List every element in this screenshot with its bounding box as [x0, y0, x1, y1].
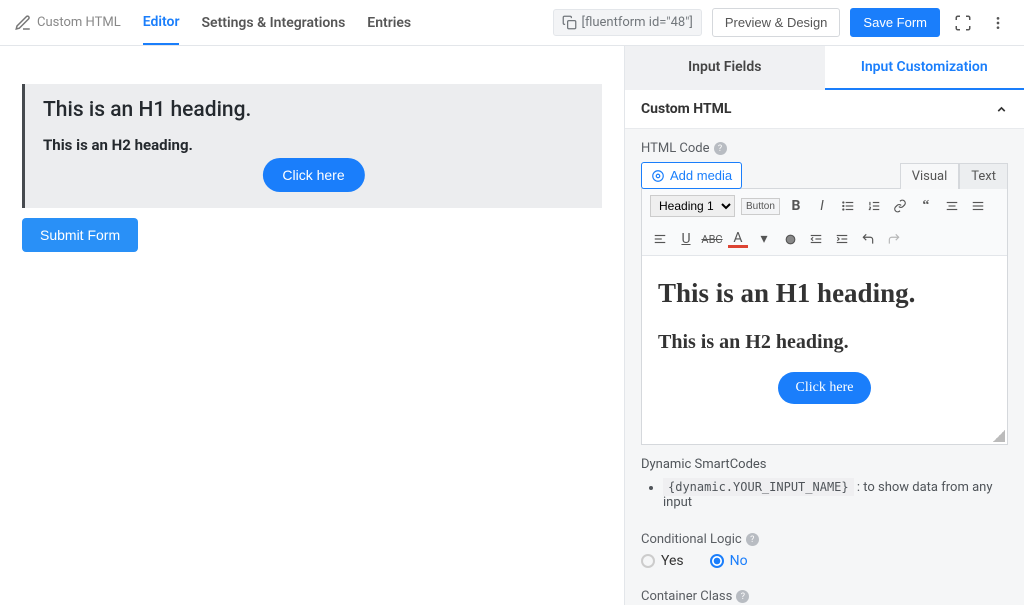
chevron-up-icon	[995, 103, 1008, 116]
nav-settings[interactable]: Settings & Integrations	[201, 2, 345, 44]
align-left-icon[interactable]	[650, 229, 670, 249]
link-icon[interactable]	[890, 196, 910, 216]
editor-tab-text[interactable]: Text	[959, 163, 1008, 189]
bold-icon[interactable]: B	[786, 196, 806, 216]
nav-entries[interactable]: Entries	[367, 2, 411, 44]
help-icon[interactable]: ?	[746, 533, 759, 546]
tab-input-customization[interactable]: Input Customization	[825, 46, 1024, 90]
undo-icon[interactable]	[858, 229, 878, 249]
html-code-label: HTML Code ?	[641, 141, 1008, 156]
align-center-icon[interactable]	[942, 196, 962, 216]
help-icon[interactable]: ?	[736, 590, 749, 603]
add-media-button[interactable]: Add media	[641, 162, 742, 189]
shortcode-text: [fluentform id="48"]	[582, 15, 693, 30]
bullet-list-icon[interactable]	[838, 196, 858, 216]
editor-content[interactable]: This is an H1 heading. This is an H2 hea…	[642, 256, 1007, 444]
redo-icon[interactable]	[884, 229, 904, 249]
container-class-text: Container Class	[641, 589, 732, 604]
conditional-label-text: Conditional Logic	[641, 532, 742, 547]
media-icon	[651, 169, 665, 183]
preview-click-button[interactable]: Click here	[262, 158, 364, 192]
brand-label: Custom HTML	[37, 15, 121, 30]
quote-icon[interactable]: “	[916, 196, 936, 216]
strikethrough-icon[interactable]: ABC	[702, 229, 722, 249]
more-icon[interactable]	[986, 11, 1010, 35]
editor-h1: This is an H1 heading.	[658, 278, 991, 309]
submit-button[interactable]: Submit Form	[22, 218, 138, 252]
preview-h1: This is an H1 heading.	[43, 98, 584, 122]
indent-icon[interactable]	[832, 229, 852, 249]
section-title: Custom HTML	[641, 101, 731, 117]
topbar: Custom HTML Editor Settings & Integratio…	[0, 0, 1024, 46]
ordered-list-icon[interactable]	[864, 196, 884, 216]
align-justify-icon[interactable]	[968, 196, 988, 216]
resize-handle[interactable]	[993, 430, 1005, 442]
editor-toolbar: Heading 1 Button B I “ U ABC A ▾	[642, 189, 1007, 256]
radio-yes-label: Yes	[661, 553, 684, 569]
add-media-label: Add media	[670, 168, 732, 183]
smartcode-value: {dynamic.YOUR_INPUT_NAME}	[663, 478, 854, 496]
nav-editor[interactable]: Editor	[143, 1, 180, 45]
tab-input-fields[interactable]: Input Fields	[625, 46, 825, 90]
conditional-no[interactable]: No	[710, 553, 748, 569]
sidebar-tabs: Input Fields Input Customization	[625, 46, 1024, 90]
main: This is an H1 heading. This is an H2 hea…	[0, 46, 1024, 605]
smartcodes-list: {dynamic.YOUR_INPUT_NAME} : to show data…	[663, 480, 1008, 510]
shortcode-box[interactable]: [fluentform id="48"]	[553, 9, 702, 36]
editor-click-pill: Click here	[778, 372, 872, 404]
color-dropdown-icon[interactable]: ▾	[754, 229, 774, 249]
html-code-label-text: HTML Code	[641, 141, 710, 156]
conditional-yes[interactable]: Yes	[641, 553, 684, 569]
pencil-icon	[14, 14, 32, 32]
custom-html-block[interactable]: This is an H1 heading. This is an H2 hea…	[22, 84, 602, 208]
italic-icon[interactable]: I	[812, 196, 832, 216]
radio-no-label: No	[730, 553, 748, 569]
container-class-label: Container Class ?	[641, 589, 1008, 604]
toolbar-button-insert[interactable]: Button	[741, 198, 780, 215]
copy-icon	[562, 15, 577, 30]
outdent-icon[interactable]	[806, 229, 826, 249]
editor-tab-visual[interactable]: Visual	[900, 163, 960, 189]
radio-off-icon	[641, 554, 655, 568]
format-select[interactable]: Heading 1	[650, 195, 735, 217]
fullscreen-icon[interactable]	[950, 10, 976, 36]
settings-sidebar: Input Fields Input Customization Custom …	[624, 46, 1024, 605]
help-icon[interactable]: ?	[714, 142, 727, 155]
underline-icon[interactable]: U	[676, 229, 696, 249]
form-canvas: This is an H1 heading. This is an H2 hea…	[0, 46, 624, 605]
section-custom-html[interactable]: Custom HTML	[625, 90, 1024, 129]
panel-body: HTML Code ? Add media Visual Text Headin…	[625, 129, 1024, 605]
preview-button[interactable]: Preview & Design	[712, 8, 841, 37]
radio-on-icon	[710, 554, 724, 568]
brand: Custom HTML	[14, 14, 121, 32]
preview-h2: This is an H2 heading.	[43, 136, 584, 154]
clear-format-icon[interactable]	[780, 229, 800, 249]
save-button[interactable]: Save Form	[850, 8, 940, 37]
editor-h2: This is an H2 heading.	[658, 331, 991, 354]
smartcodes-label: Dynamic SmartCodes	[641, 457, 1008, 472]
conditional-logic-label: Conditional Logic ?	[641, 532, 1008, 547]
wysiwyg-editor: Heading 1 Button B I “ U ABC A ▾	[641, 188, 1008, 445]
text-color-icon[interactable]: A	[728, 231, 748, 248]
